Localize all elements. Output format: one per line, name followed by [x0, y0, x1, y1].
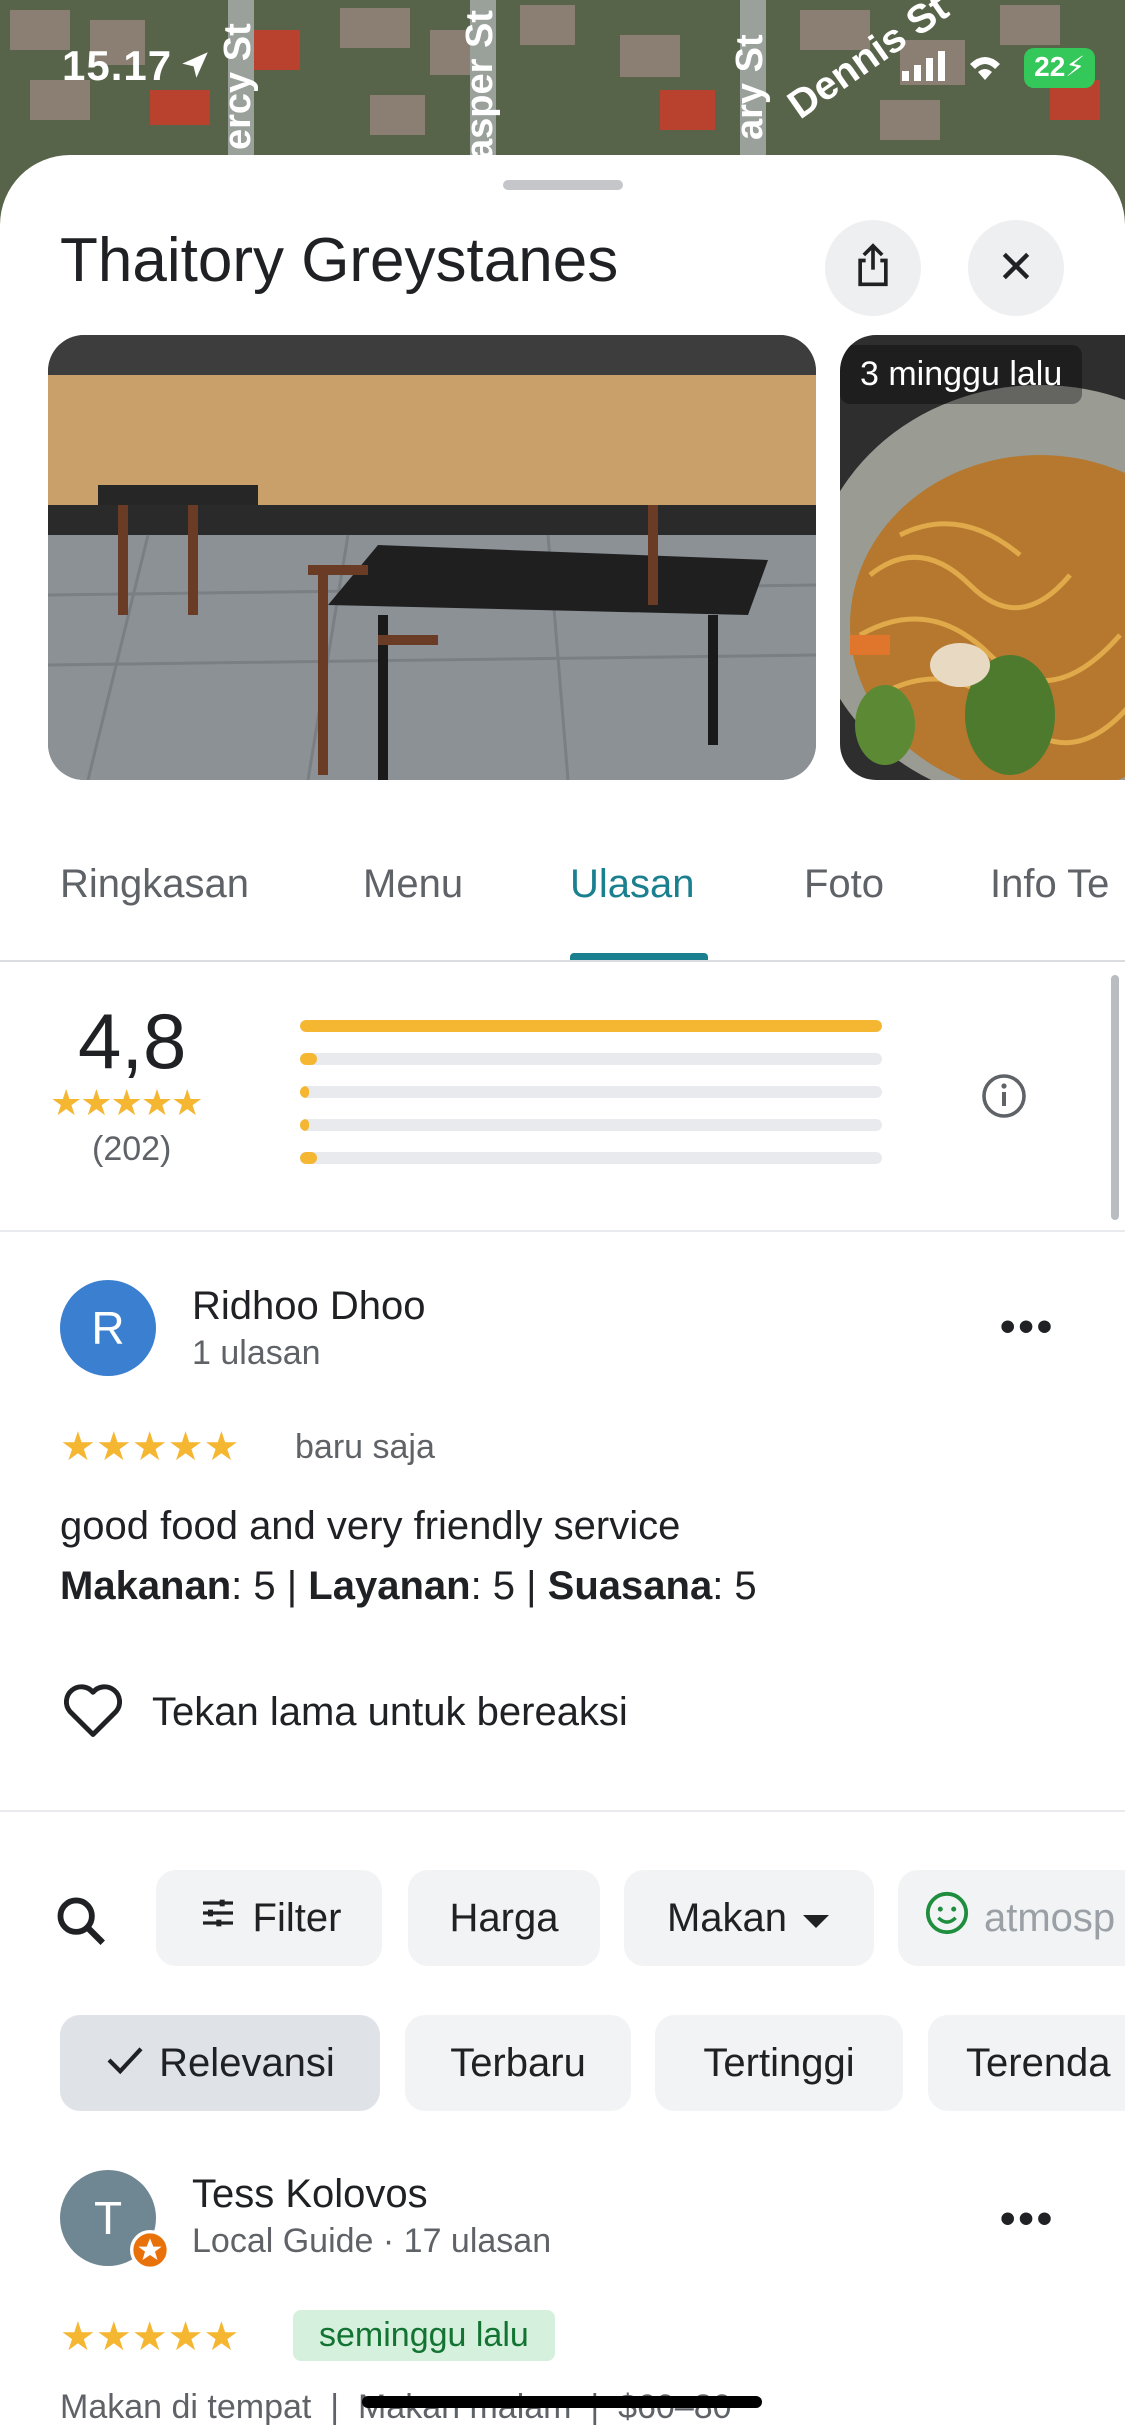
battery-indicator: 22⚡ — [1024, 48, 1095, 88]
signal-icon — [902, 50, 946, 86]
rating-bar-fill — [300, 1020, 882, 1032]
review-sort-row: Relevansi Terbaru Tertinggi Terenda — [0, 2015, 1125, 2111]
tab-ulasan[interactable]: Ulasan — [570, 862, 695, 907]
react-button[interactable]: Tekan lama untuk bereaksi — [60, 1680, 628, 1745]
close-button[interactable] — [968, 220, 1064, 316]
review-stars: ★★★★★ — [60, 2315, 240, 2359]
reviewer-review-count: Local Guide · 17 ulasan — [192, 2222, 552, 2260]
review-card: R Ridhoo Dhoo 1 ulasan ••• ★★★★★ baru sa… — [0, 1232, 1125, 1812]
sort-chip-label: Terenda — [966, 2040, 1111, 2085]
status-time: 15.17 — [62, 42, 173, 89]
local-guide-badge-icon — [130, 2230, 170, 2275]
filter-button[interactable]: Filter — [156, 1870, 382, 1966]
rating-score: 4,8 — [78, 997, 187, 1085]
filter-chip-makan[interactable]: Makan — [624, 1870, 874, 1966]
info-icon[interactable] — [980, 1072, 1028, 1125]
tab-foto[interactable]: Foto — [804, 862, 884, 907]
rating-bar-fill — [300, 1086, 309, 1098]
rating-summary: 4,8 ★★★★★ (202) — [0, 960, 1125, 1232]
avatar[interactable]: R — [60, 1280, 156, 1376]
caret-down-icon — [801, 1896, 831, 1941]
filter-chip-label: Makan — [666, 1895, 788, 1940]
sort-chip-label: Terbaru — [450, 2040, 586, 2085]
smiley-icon — [924, 1890, 970, 1946]
tab-ringkasan[interactable]: Ringkasan — [60, 862, 249, 907]
tab-bar: Ringkasan Menu Ulasan Foto Info Te — [0, 850, 1125, 962]
sort-chip-label: Relevansi — [159, 2040, 335, 2085]
wifi-icon — [964, 50, 1006, 87]
reviewer-review-count: 1 ulasan — [192, 1334, 321, 1372]
review-filter-row: Filter Harga Makan atmosp — [0, 1870, 1125, 1966]
place-title: Thaitory Greystanes — [60, 226, 619, 295]
rating-bar-5-star — [300, 1020, 882, 1032]
restaurant-interior-photo[interactable] — [48, 335, 816, 780]
active-tab-indicator — [570, 953, 708, 960]
filter-label: Filter — [252, 1895, 342, 1940]
food-dish-photo[interactable]: 3 minggu lalu — [840, 335, 1125, 780]
sort-chip-label: Tertinggi — [703, 2040, 855, 2085]
review-score-details: Makanan: 5 | Layanan: 5 | Suasana: 5 — [60, 1564, 757, 1608]
rating-bar-fill — [300, 1119, 309, 1131]
share-icon — [851, 242, 895, 295]
close-icon — [996, 246, 1036, 291]
rating-bar-2-star — [300, 1119, 882, 1131]
tab-menu[interactable]: Menu — [363, 862, 463, 907]
rating-bar-fill — [300, 1152, 318, 1164]
filter-chip-label: Harga — [449, 1895, 559, 1940]
rating-count: (202) — [92, 1130, 172, 1168]
rating-bar-4-star — [300, 1053, 882, 1065]
review-stars: ★★★★★ — [60, 1425, 240, 1469]
photo-age-badge: 3 minggu lalu — [840, 345, 1083, 404]
react-label: Tekan lama untuk bereaksi — [152, 1690, 628, 1734]
rating-stars: ★★★★★ — [50, 1082, 203, 1123]
rating-bar-fill — [300, 1053, 318, 1065]
rating-bar-1-star — [300, 1152, 882, 1164]
photo-carousel[interactable]: 3 minggu lalu — [0, 335, 1125, 785]
filter-chip-label: atmosp — [984, 1895, 1116, 1940]
scrollbar[interactable] — [1111, 975, 1119, 1220]
location-arrow-icon — [178, 48, 212, 87]
check-icon — [105, 2041, 145, 2086]
sort-chip-terendah[interactable]: Terenda — [928, 2015, 1125, 2111]
rating-bar-3-star — [300, 1086, 882, 1098]
sheet-grabber[interactable] — [503, 180, 623, 190]
filter-chip-harga[interactable]: Harga — [408, 1870, 600, 1966]
review-text: good food and very friendly service — [60, 1504, 681, 1548]
review-card: T Tess Kolovos Local Guide · 17 ulasan •… — [0, 2120, 1125, 2436]
review-time-badge: seminggu lalu — [293, 2310, 555, 2361]
sort-chip-terbaru[interactable]: Terbaru — [405, 2015, 631, 2111]
review-time: baru saja — [295, 1428, 435, 1466]
reviewer-name[interactable]: Ridhoo Dhoo — [192, 1284, 426, 1329]
home-indicator[interactable] — [362, 2396, 762, 2408]
tab-info[interactable]: Info Te — [990, 862, 1109, 907]
status-bar: 15.17 22⚡ — [0, 0, 1125, 140]
search-icon[interactable] — [52, 1892, 110, 1955]
sliders-icon — [197, 1893, 239, 1943]
share-button[interactable] — [825, 220, 921, 316]
sort-chip-tertinggi[interactable]: Tertinggi — [655, 2015, 903, 2111]
heart-icon — [60, 1680, 126, 1745]
more-options-icon[interactable]: ••• — [1000, 2194, 1055, 2244]
sort-chip-relevansi[interactable]: Relevansi — [60, 2015, 380, 2111]
more-options-icon[interactable]: ••• — [1000, 1302, 1055, 1352]
reviewer-name[interactable]: Tess Kolovos — [192, 2172, 428, 2217]
filter-chip-atmosphere[interactable]: atmosp — [898, 1870, 1125, 1966]
